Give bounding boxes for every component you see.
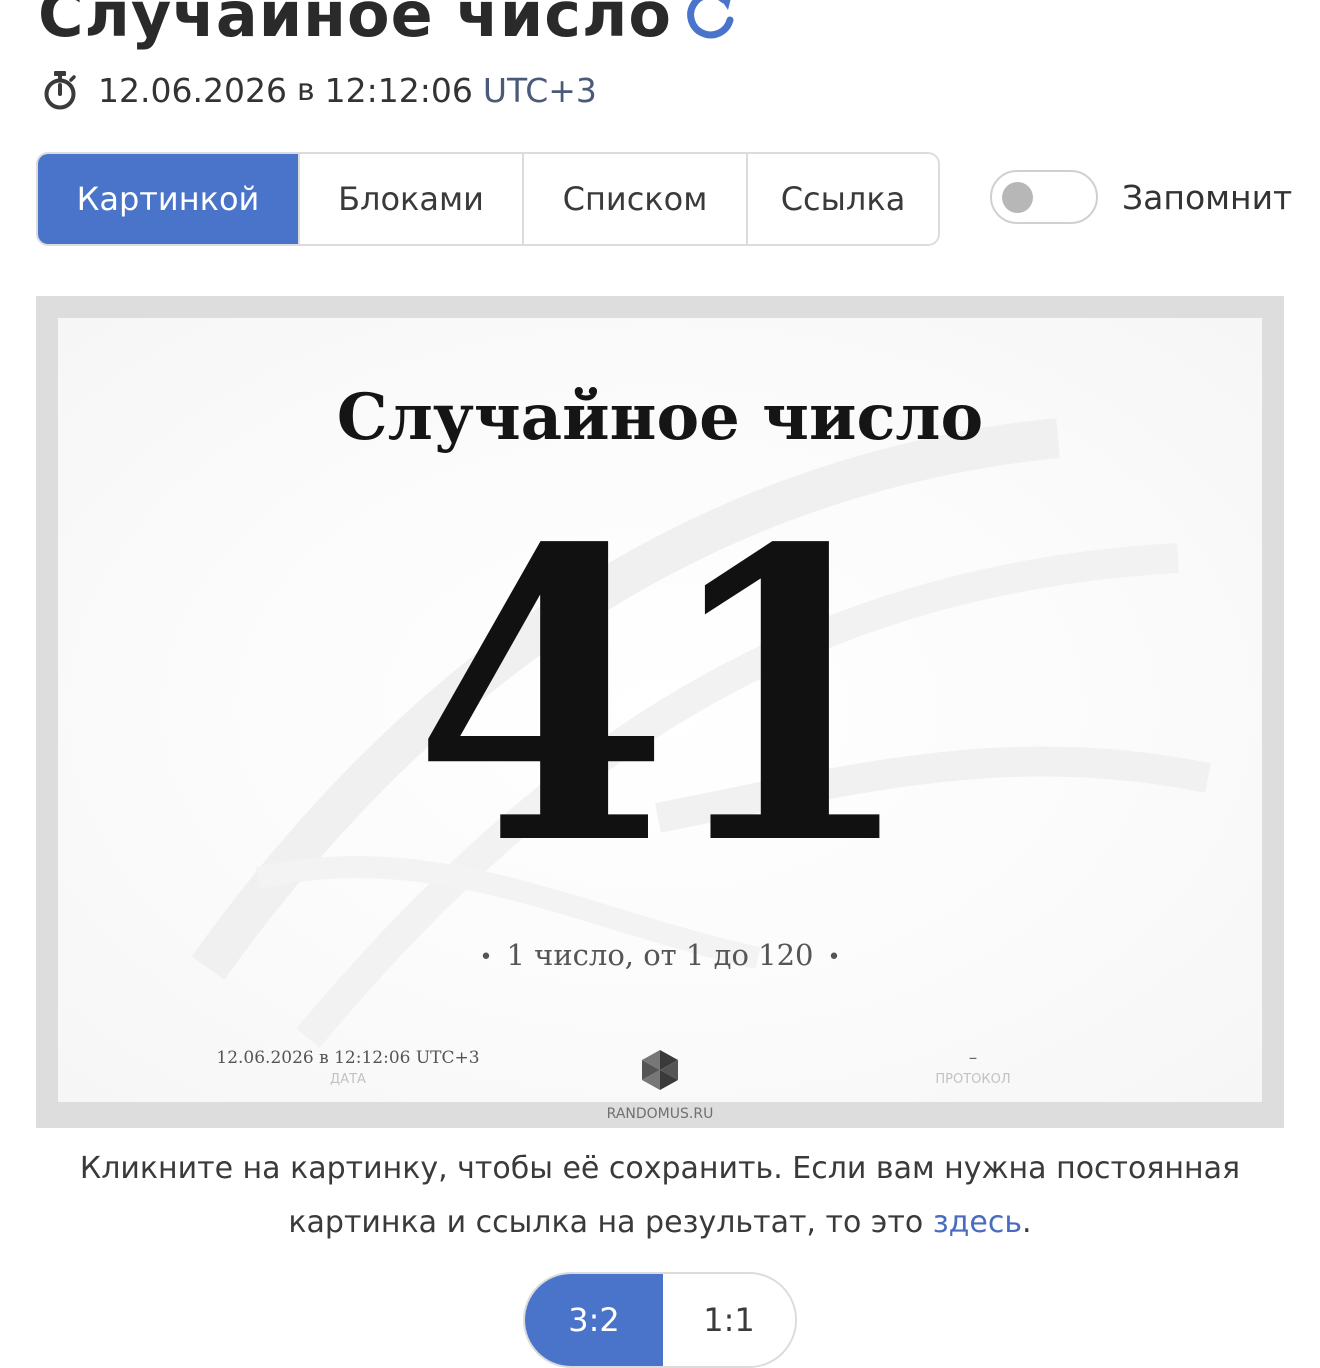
result-number: 41 (413, 463, 916, 933)
summary-text: 1 число, от 1 до 120 (506, 938, 814, 972)
card-date-label: ДАТА (330, 1072, 366, 1087)
refresh-icon[interactable] (680, 0, 742, 42)
tab-image[interactable]: Картинкой (38, 154, 300, 244)
save-hint: Кликните на картинку, чтобы её сохранить… (36, 1142, 1284, 1250)
view-mode-tabs: Картинкой Блоками Списком Ссылка (36, 152, 940, 246)
remember-label: Запомнит (1122, 178, 1293, 217)
aspect-ratio-switch: 3:2 1:1 (523, 1272, 797, 1368)
card-protocol-value: – (968, 1048, 978, 1068)
page-title: Случайное число (38, 0, 673, 51)
tab-blocks[interactable]: Блоками (300, 154, 524, 244)
bullet-right: • (827, 944, 841, 970)
ratio-1-1-button[interactable]: 1:1 (663, 1274, 795, 1366)
tab-link[interactable]: Ссылка (748, 154, 938, 244)
randomus-logo-icon (642, 1050, 678, 1090)
toggle-knob (1002, 182, 1033, 213)
save-hint-text: Кликните на картинку, чтобы её сохранить… (79, 1151, 1241, 1240)
site-credit: RANDOMUS.RU (606, 1106, 714, 1122)
remember-toggle[interactable] (990, 170, 1098, 224)
card-date-value: 12.06.2026 в 12:12:06 UTC+3 (216, 1048, 480, 1068)
ratio-3-2-button[interactable]: 3:2 (525, 1274, 663, 1366)
result-card: Случайное число 41 • 1 число, от 1 до 120… (58, 318, 1262, 1102)
result-image[interactable]: Случайное число 41 • 1 число, от 1 до 120… (36, 296, 1284, 1128)
stopwatch-icon (44, 71, 76, 110)
card-protocol-label: ПРОТОКОЛ (935, 1072, 1011, 1087)
permanent-link[interactable]: здесь (933, 1205, 1022, 1240)
timestamp-time: 12:12:06 (324, 70, 473, 110)
result-summary: • 1 число, от 1 до 120 • (58, 938, 1262, 972)
bullet-left: • (479, 944, 493, 970)
datetime-row: 12.06.2026 в 12:12:06 UTC+3 (42, 64, 597, 116)
tab-list[interactable]: Списком (524, 154, 748, 244)
save-hint-suffix: . (1022, 1205, 1032, 1240)
card-title: Случайное число (336, 380, 984, 455)
timestamp-date: 12.06.2026 (98, 70, 287, 110)
timestamp-separator: в (296, 72, 315, 108)
timestamp-timezone: UTC+3 (482, 70, 597, 110)
